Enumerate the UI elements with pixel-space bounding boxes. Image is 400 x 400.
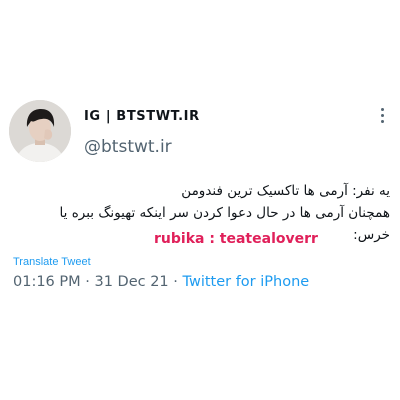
more-vertical-icon[interactable] [378, 108, 386, 130]
avatar[interactable] [9, 100, 71, 162]
display-name[interactable]: IG | BTSTWT.IR [84, 109, 200, 124]
meta-separator: · [85, 274, 90, 290]
tweet-date[interactable]: 31 Dec 21 [94, 274, 168, 290]
avatar-image [9, 100, 71, 162]
tweet-text-line: یه نفر: آرمی ها تاکسیک ترین فندومن [181, 183, 390, 199]
tweet-source-link[interactable]: Twitter for iPhone [183, 274, 310, 290]
tweet-metadata: 01:16 PM · 31 Dec 21 · Twitter for iPhon… [13, 274, 309, 290]
meta-separator: · [173, 274, 178, 290]
tweet-time[interactable]: 01:16 PM [13, 274, 81, 290]
watermark-text: rubika : teatealoverr [154, 231, 318, 247]
handle[interactable]: @btstwt.ir [84, 137, 172, 157]
tweet-card: IG | BTSTWT.IR @btstwt.ir یه نفر: آرمی ه… [0, 0, 400, 400]
translate-tweet-link[interactable]: Translate Tweet [13, 256, 91, 268]
screenshot-canvas: IG | BTSTWT.IR @btstwt.ir یه نفر: آرمی ه… [0, 0, 400, 400]
tweet-text-line: همچنان آرمی ها در حال دعوا کردن سر اینکه… [59, 205, 390, 221]
